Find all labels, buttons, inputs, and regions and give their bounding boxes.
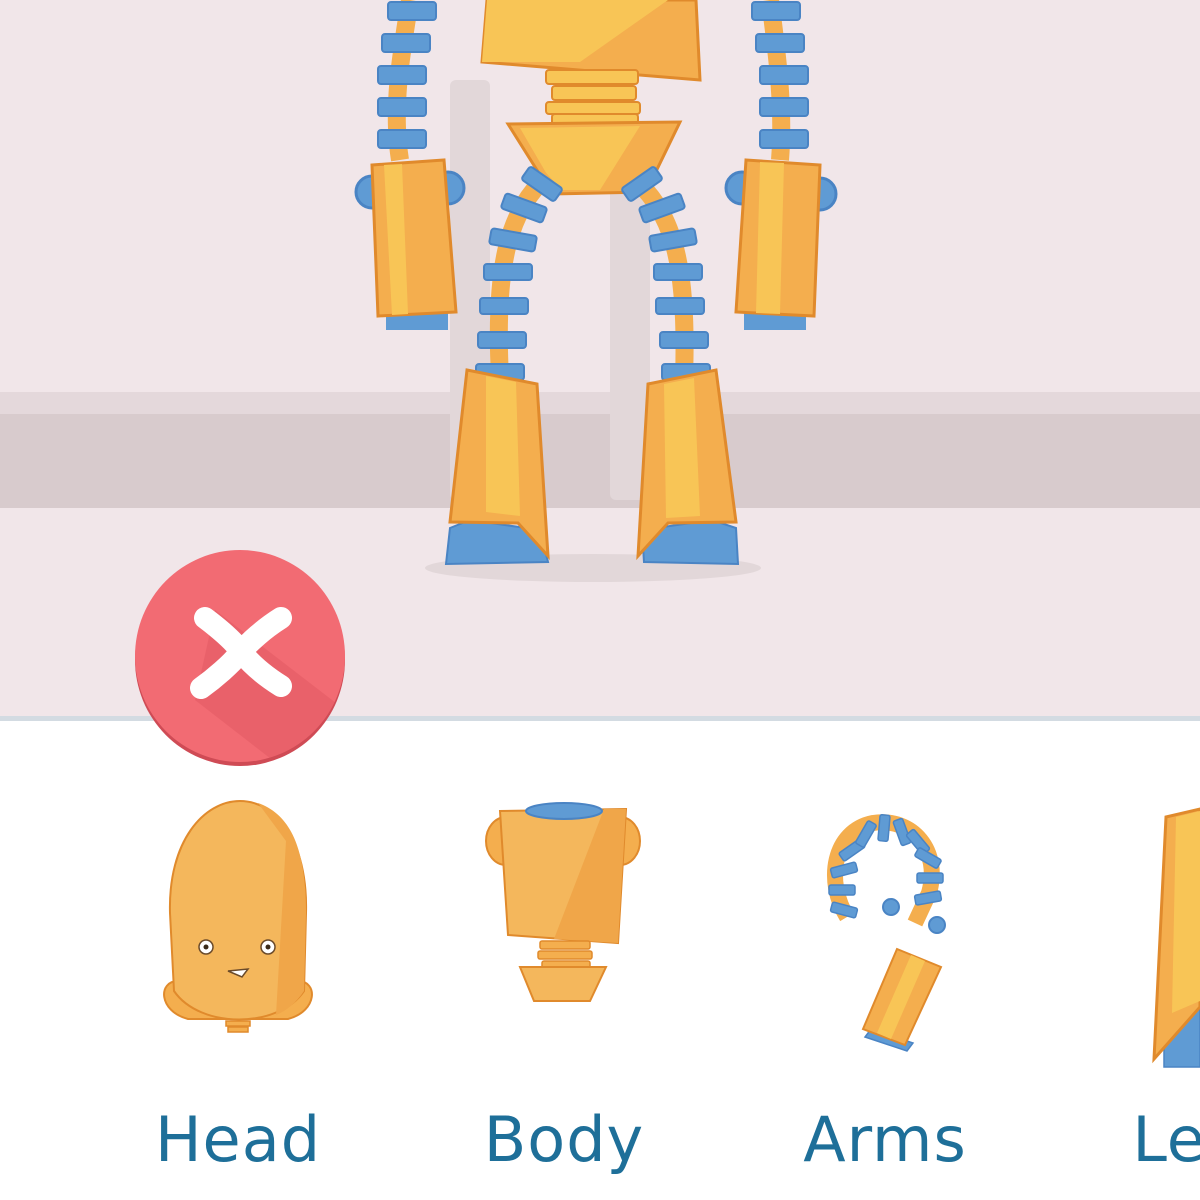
robot-leg-icon [1152, 807, 1200, 1068]
robot-body-icon [485, 802, 641, 1002]
part-tile-arms[interactable]: Arms [755, 781, 1015, 1175]
part-label-head: Head [154, 1103, 322, 1176]
close-icon [190, 607, 345, 762]
close-button[interactable] [135, 550, 345, 762]
torso [480, 0, 702, 196]
part-tile-body[interactable]: Body [434, 781, 694, 1175]
part-label-legs: Legs [1132, 1103, 1200, 1176]
left-arm [354, 0, 466, 330]
part-label-body: Body [483, 1103, 645, 1176]
robot-arm-icon [827, 814, 946, 1052]
part-tile-legs[interactable]: Legs [1076, 781, 1200, 1175]
part-label-arms: Arms [803, 1103, 967, 1176]
parts-tray: Head Body Arms Le [0, 721, 1200, 1200]
robot-head-icon [163, 799, 313, 1033]
part-tile-head[interactable]: Head [108, 781, 368, 1175]
right-arm [724, 0, 838, 330]
